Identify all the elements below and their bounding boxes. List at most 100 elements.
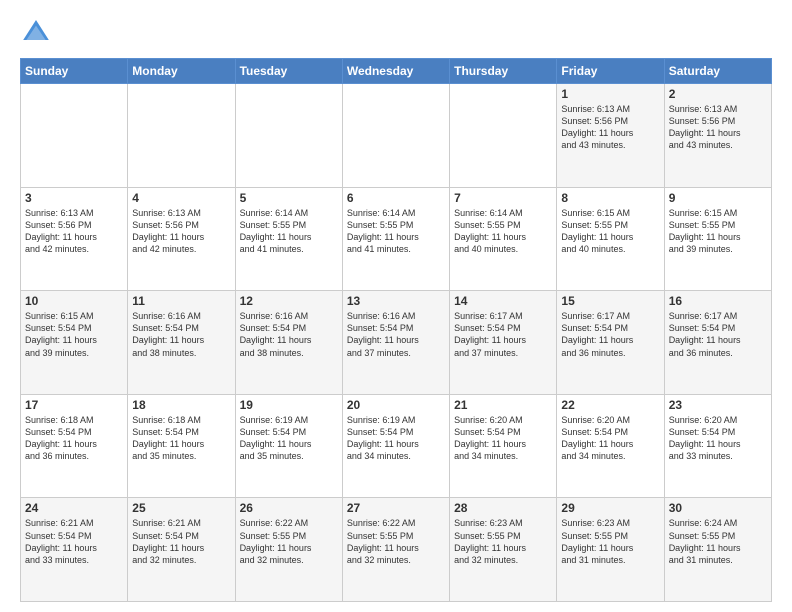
- day-info: Sunrise: 6:21 AM Sunset: 5:54 PM Dayligh…: [132, 517, 230, 566]
- day-number: 18: [132, 398, 230, 412]
- day-number: 23: [669, 398, 767, 412]
- day-info: Sunrise: 6:16 AM Sunset: 5:54 PM Dayligh…: [240, 310, 338, 359]
- day-number: 28: [454, 501, 552, 515]
- day-info: Sunrise: 6:17 AM Sunset: 5:54 PM Dayligh…: [454, 310, 552, 359]
- day-number: 9: [669, 191, 767, 205]
- day-cell: 12 Sunrise: 6:16 AM Sunset: 5:54 PM Dayli…: [235, 291, 342, 395]
- day-info: Sunrise: 6:18 AM Sunset: 5:54 PM Dayligh…: [132, 414, 230, 463]
- header-cell-wednesday: Wednesday: [342, 59, 449, 84]
- day-number: 19: [240, 398, 338, 412]
- day-number: 15: [561, 294, 659, 308]
- day-number: 13: [347, 294, 445, 308]
- day-number: 26: [240, 501, 338, 515]
- day-cell: 24Sunrise: 6:21 AM Sunset: 5:54 PM Dayli…: [21, 498, 128, 602]
- day-cell: 14 Sunrise: 6:17 AM Sunset: 5:54 PM Dayli…: [450, 291, 557, 395]
- day-info: Sunrise: 6:17 AM Sunset: 5:54 PM Dayligh…: [561, 310, 659, 359]
- header-cell-monday: Monday: [128, 59, 235, 84]
- day-cell: [450, 84, 557, 188]
- day-info: Sunrise: 6:14 AM Sunset: 5:55 PM Dayligh…: [240, 207, 338, 256]
- day-cell: 23 Sunrise: 6:20 AM Sunset: 5:54 PM Dayli…: [664, 394, 771, 498]
- day-cell: 1Sunrise: 6:13 AM Sunset: 5:56 PM Daylig…: [557, 84, 664, 188]
- day-cell: 6Sunrise: 6:14 AM Sunset: 5:55 PM Daylig…: [342, 187, 449, 291]
- header-row: SundayMondayTuesdayWednesdayThursdayFrid…: [21, 59, 772, 84]
- week-row-3: 17 Sunrise: 6:18 AM Sunset: 5:54 PM Dayli…: [21, 394, 772, 498]
- day-number: 11: [132, 294, 230, 308]
- day-number: 3: [25, 191, 123, 205]
- logo-icon: [20, 16, 52, 48]
- day-number: 5: [240, 191, 338, 205]
- day-number: 2: [669, 87, 767, 101]
- day-cell: 22Sunrise: 6:20 AM Sunset: 5:54 PM Dayli…: [557, 394, 664, 498]
- day-info: Sunrise: 6:16 AM Sunset: 5:54 PM Dayligh…: [132, 310, 230, 359]
- day-number: 1: [561, 87, 659, 101]
- day-info: Sunrise: 6:23 AM Sunset: 5:55 PM Dayligh…: [561, 517, 659, 566]
- header-cell-friday: Friday: [557, 59, 664, 84]
- day-cell: 5 Sunrise: 6:14 AM Sunset: 5:55 PM Daylig…: [235, 187, 342, 291]
- day-cell: 2 Sunrise: 6:13 AM Sunset: 5:56 PM Daylig…: [664, 84, 771, 188]
- week-row-0: 1 Sunrise: 6:13 AM Sunset: 5:56 PM Daylig…: [21, 84, 772, 188]
- day-info: Sunrise: 6:20 AM Sunset: 5:54 PM Dayligh…: [454, 414, 552, 463]
- day-number: 22: [561, 398, 659, 412]
- day-info: Sunrise: 6:17 AM Sunset: 5:54 PM Dayligh…: [669, 310, 767, 359]
- day-cell: 17 Sunrise: 6:18 AM Sunset: 5:54 PM Dayli…: [21, 394, 128, 498]
- header-cell-thursday: Thursday: [450, 59, 557, 84]
- day-cell: 20 Sunrise: 6:19 AM Sunset: 5:54 PM Dayli…: [342, 394, 449, 498]
- day-cell: 30 Sunrise: 6:24 AM Sunset: 5:55 PM Dayli…: [664, 498, 771, 602]
- day-cell: 21 Sunrise: 6:20 AM Sunset: 5:54 PM Dayli…: [450, 394, 557, 498]
- header: [20, 16, 772, 48]
- calendar-header: SundayMondayTuesdayWednesdayThursdayFrid…: [21, 59, 772, 84]
- day-cell: 3 Sunrise: 6:13 AM Sunset: 5:56 PM Daylig…: [21, 187, 128, 291]
- day-number: 21: [454, 398, 552, 412]
- day-number: 10: [25, 294, 123, 308]
- day-info: Sunrise: 6:22 AM Sunset: 5:55 PM Dayligh…: [347, 517, 445, 566]
- day-cell: 18 Sunrise: 6:18 AM Sunset: 5:54 PM Dayli…: [128, 394, 235, 498]
- header-cell-saturday: Saturday: [664, 59, 771, 84]
- day-info: Sunrise: 6:18 AM Sunset: 5:54 PM Dayligh…: [25, 414, 123, 463]
- day-cell: 11 Sunrise: 6:16 AM Sunset: 5:54 PM Dayli…: [128, 291, 235, 395]
- day-number: 12: [240, 294, 338, 308]
- day-info: Sunrise: 6:15 AM Sunset: 5:55 PM Dayligh…: [669, 207, 767, 256]
- day-number: 20: [347, 398, 445, 412]
- day-cell: [235, 84, 342, 188]
- day-cell: 19 Sunrise: 6:19 AM Sunset: 5:54 PM Dayli…: [235, 394, 342, 498]
- day-cell: 7 Sunrise: 6:14 AM Sunset: 5:55 PM Daylig…: [450, 187, 557, 291]
- header-cell-tuesday: Tuesday: [235, 59, 342, 84]
- day-cell: 29 Sunrise: 6:23 AM Sunset: 5:55 PM Dayli…: [557, 498, 664, 602]
- day-cell: [21, 84, 128, 188]
- day-info: Sunrise: 6:13 AM Sunset: 5:56 PM Dayligh…: [25, 207, 123, 256]
- day-number: 29: [561, 501, 659, 515]
- day-cell: 27 Sunrise: 6:22 AM Sunset: 5:55 PM Dayli…: [342, 498, 449, 602]
- day-info: Sunrise: 6:23 AM Sunset: 5:55 PM Dayligh…: [454, 517, 552, 566]
- day-cell: 25 Sunrise: 6:21 AM Sunset: 5:54 PM Dayli…: [128, 498, 235, 602]
- day-number: 17: [25, 398, 123, 412]
- day-cell: [128, 84, 235, 188]
- day-number: 7: [454, 191, 552, 205]
- day-number: 30: [669, 501, 767, 515]
- day-info: Sunrise: 6:15 AM Sunset: 5:55 PM Dayligh…: [561, 207, 659, 256]
- day-info: Sunrise: 6:13 AM Sunset: 5:56 PM Dayligh…: [132, 207, 230, 256]
- day-number: 25: [132, 501, 230, 515]
- day-number: 14: [454, 294, 552, 308]
- day-number: 16: [669, 294, 767, 308]
- day-info: Sunrise: 6:15 AM Sunset: 5:54 PM Dayligh…: [25, 310, 123, 359]
- week-row-4: 24Sunrise: 6:21 AM Sunset: 5:54 PM Dayli…: [21, 498, 772, 602]
- day-number: 27: [347, 501, 445, 515]
- day-cell: 9 Sunrise: 6:15 AM Sunset: 5:55 PM Daylig…: [664, 187, 771, 291]
- day-info: Sunrise: 6:24 AM Sunset: 5:55 PM Dayligh…: [669, 517, 767, 566]
- logo: [20, 16, 56, 48]
- calendar-body: 1 Sunrise: 6:13 AM Sunset: 5:56 PM Daylig…: [21, 84, 772, 602]
- day-info: Sunrise: 6:13 AM Sunset: 5:56 PM Dayligh…: [669, 103, 767, 152]
- day-cell: 8Sunrise: 6:15 AM Sunset: 5:55 PM Daylig…: [557, 187, 664, 291]
- day-info: Sunrise: 6:20 AM Sunset: 5:54 PM Dayligh…: [669, 414, 767, 463]
- week-row-1: 3 Sunrise: 6:13 AM Sunset: 5:56 PM Daylig…: [21, 187, 772, 291]
- day-info: Sunrise: 6:19 AM Sunset: 5:54 PM Dayligh…: [240, 414, 338, 463]
- day-cell: 13 Sunrise: 6:16 AM Sunset: 5:54 PM Dayli…: [342, 291, 449, 395]
- page: SundayMondayTuesdayWednesdayThursdayFrid…: [0, 0, 792, 612]
- day-info: Sunrise: 6:22 AM Sunset: 5:55 PM Dayligh…: [240, 517, 338, 566]
- week-row-2: 10 Sunrise: 6:15 AM Sunset: 5:54 PM Dayli…: [21, 291, 772, 395]
- day-cell: 26 Sunrise: 6:22 AM Sunset: 5:55 PM Dayli…: [235, 498, 342, 602]
- day-info: Sunrise: 6:14 AM Sunset: 5:55 PM Dayligh…: [454, 207, 552, 256]
- day-number: 6: [347, 191, 445, 205]
- day-info: Sunrise: 6:16 AM Sunset: 5:54 PM Dayligh…: [347, 310, 445, 359]
- day-info: Sunrise: 6:19 AM Sunset: 5:54 PM Dayligh…: [347, 414, 445, 463]
